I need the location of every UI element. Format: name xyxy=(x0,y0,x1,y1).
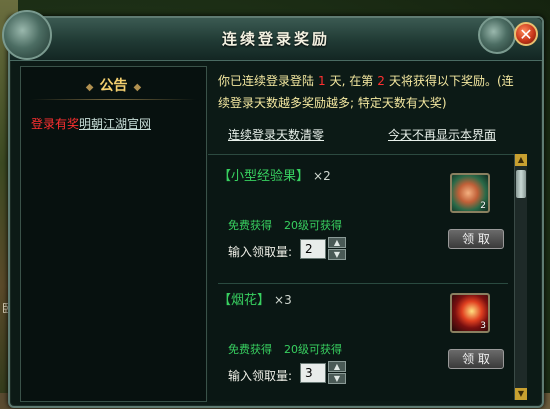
reward-conditions: 免费获得 20级可获得 xyxy=(228,341,342,357)
stepper-down-icon[interactable]: ▼ xyxy=(328,373,346,384)
notice-entry: 登录有奖明朝江湖官网 xyxy=(31,115,151,132)
title-bar[interactable]: 连续登录奖励 ✕ xyxy=(2,10,542,61)
reward-multiplier: ×2 xyxy=(313,169,331,183)
official-site-link[interactable]: 明朝江湖官网 xyxy=(79,117,151,131)
notice-heading-label: 公告 xyxy=(99,78,128,94)
reward-item: 【小型经验果】 ×2 免费获得 20级可获得 输入领取量: 2 ▲ ▼ 2 领 取 xyxy=(208,159,508,284)
stepper-up-icon[interactable]: ▲ xyxy=(328,361,346,372)
free-label: 免费获得 xyxy=(228,219,272,232)
login-reward-dialog: 连续登录奖励 ✕ ◆ 公告 ◆ 登录有奖明朝江湖官网 你已连续登录登陆 1 天, 在第 2… xyxy=(2,10,544,408)
intro-text: 天, 在第 xyxy=(329,74,374,88)
next-day-number: 2 xyxy=(377,74,385,88)
claim-button[interactable]: 领 取 xyxy=(448,229,504,249)
scroll-up-icon[interactable]: ▲ xyxy=(515,154,527,166)
item-count: 3 xyxy=(480,321,486,331)
quantity-label: 输入领取量: xyxy=(228,245,293,259)
notice-heading: ◆ 公告 ◆ xyxy=(21,75,206,95)
scroll-down-icon[interactable]: ▼ xyxy=(515,388,527,400)
close-button[interactable]: ✕ xyxy=(514,22,538,46)
item-count: 2 xyxy=(480,201,486,211)
diamond-icon: ◆ xyxy=(85,82,94,93)
hide-today-link[interactable]: 今天不再显示本界面 xyxy=(388,126,496,143)
stepper-down-icon[interactable]: ▼ xyxy=(328,249,346,260)
scroll-thumb[interactable] xyxy=(516,170,526,198)
quantity-input[interactable]: 3 xyxy=(300,363,326,383)
reward-title: 【烟花】 xyxy=(218,293,271,308)
quantity-stepper: ▲ ▼ xyxy=(328,237,346,261)
reward-list[interactable]: 【小型经验果】 ×2 免费获得 20级可获得 输入领取量: 2 ▲ ▼ 2 领 取 xyxy=(208,154,526,401)
peach-fruit-icon[interactable]: 2 xyxy=(450,173,490,213)
stepper-up-icon[interactable]: ▲ xyxy=(328,237,346,248)
reward-panel: 你已连续登录登陆 1 天, 在第 2 天将获得以下奖励。(连续登录天数越多奖励越多; 特… xyxy=(208,66,534,401)
reward-title: 【小型经验果】 xyxy=(218,169,310,184)
free-label: 免费获得 xyxy=(228,343,272,356)
firework-icon[interactable]: 3 xyxy=(450,293,490,333)
intro-text: 你已连续登录登陆 xyxy=(218,74,315,88)
quantity-input[interactable]: 2 xyxy=(300,239,326,259)
notice-divider xyxy=(31,99,196,100)
login-status-text: 你已连续登录登陆 1 天, 在第 2 天将获得以下奖励。(连续登录天数越多奖励越多; 特… xyxy=(218,70,518,114)
reward-name: 【小型经验果】 ×2 xyxy=(218,165,331,184)
reward-conditions: 免费获得 20级可获得 xyxy=(228,217,342,233)
notice-tag: 登录有奖 xyxy=(31,117,80,131)
dialog-title: 连续登录奖励 xyxy=(221,30,330,48)
notice-panel: ◆ 公告 ◆ 登录有奖明朝江湖官网 xyxy=(20,66,207,402)
level-requirement: 20级可获得 xyxy=(284,343,342,356)
reward-name: 【烟花】 ×3 xyxy=(218,289,292,308)
reset-days-link[interactable]: 连续登录天数清零 xyxy=(228,126,324,143)
level-requirement: 20级可获得 xyxy=(284,219,342,232)
quantity-stepper: ▲ ▼ xyxy=(328,361,346,385)
claim-button[interactable]: 领 取 xyxy=(448,349,504,369)
reward-multiplier: ×3 xyxy=(274,293,292,307)
reward-scrollbar[interactable]: ▲ ▼ xyxy=(514,154,527,400)
consecutive-days: 1 xyxy=(318,74,326,88)
reward-item: 【烟花】 ×3 免费获得 20级可获得 输入领取量: 3 ▲ ▼ 3 领 取 xyxy=(208,283,508,401)
diamond-icon: ◆ xyxy=(133,82,142,93)
quantity-label: 输入领取量: xyxy=(228,369,293,383)
